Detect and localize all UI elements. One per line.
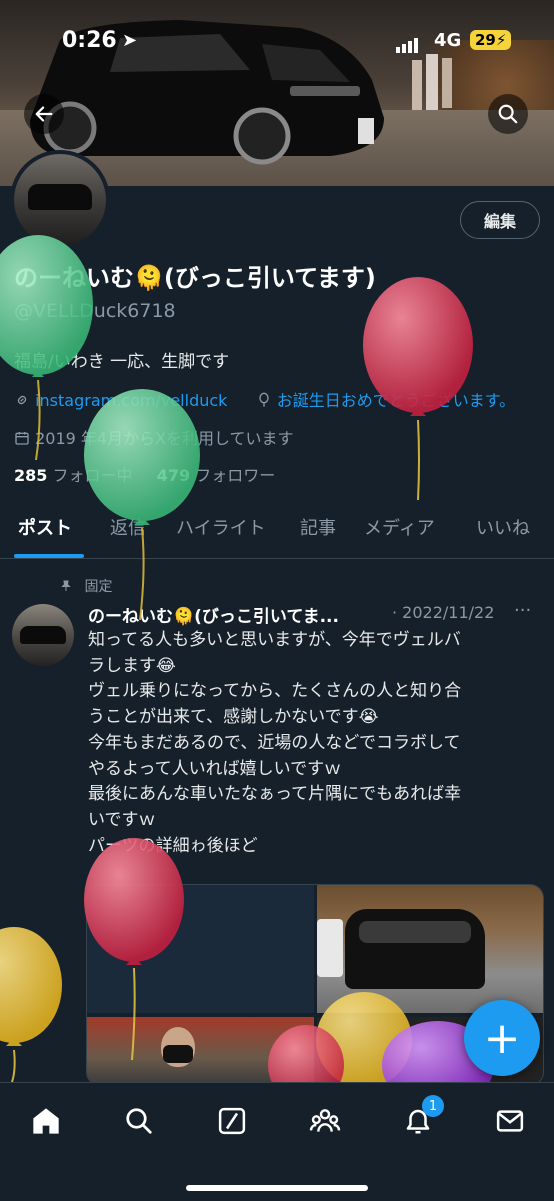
tab-media[interactable]: メディア xyxy=(364,514,435,540)
post-line: 今年もまだあるので、近場の人などでコラボして xyxy=(88,732,461,753)
envelope-icon xyxy=(496,1110,524,1132)
arrow-left-icon xyxy=(35,106,53,122)
white-car-shape xyxy=(317,919,343,977)
tab-highlights[interactable]: ハイライト xyxy=(176,514,266,540)
post-line: うことが出来て、感謝しかないです😭 xyxy=(88,707,379,728)
joined-date-text: 2019 年4月からXを利用しています xyxy=(35,429,294,448)
post-line: ラします😂 xyxy=(88,655,176,676)
post-text: 知ってる人も多いと思いますが、今年でヴェルバ ラします😂 ヴェル乗りになってから… xyxy=(88,628,538,859)
balloon-yellow-1 xyxy=(0,927,62,1083)
home-indicator xyxy=(186,1185,368,1191)
battery-indicator: 29⚡ xyxy=(470,30,512,50)
status-bar: 0:26 ➤ 4G 29⚡ xyxy=(0,0,554,86)
followers-count: 479 xyxy=(156,466,191,485)
communities-icon xyxy=(309,1109,341,1132)
post-line: 最後にあんな車いたなぁって片隅にでもあれば幸 xyxy=(88,784,462,805)
network-type: 4G xyxy=(434,30,462,51)
following-count: 285 xyxy=(14,466,48,485)
battery-level: 29 xyxy=(475,31,496,49)
media-image-1[interactable] xyxy=(87,885,314,1013)
media-image-2[interactable] xyxy=(317,885,543,1013)
avatar-car-image xyxy=(28,184,92,210)
post-line: 知ってる人も多いと思いますが、今年でヴェルバ xyxy=(88,630,461,650)
location-arrow-icon: ➤ xyxy=(122,30,138,51)
profile-avatar[interactable] xyxy=(10,150,110,250)
media-image-3[interactable] xyxy=(87,1017,314,1085)
following-stat[interactable]: 285 フォロー中 xyxy=(14,466,133,485)
grok-icon xyxy=(218,1107,246,1135)
nav-home[interactable] xyxy=(26,1101,66,1141)
compose-post-button[interactable]: + xyxy=(464,1000,540,1076)
following-label: フォロー中 xyxy=(52,466,133,485)
pinned-label: 固定 xyxy=(84,579,113,595)
post-date[interactable]: · 2022/11/22 xyxy=(392,603,494,622)
back-button[interactable] xyxy=(24,94,64,134)
profile-meta-row: instagram.com/vellduck お誕生日おめでとうございます。 xyxy=(14,387,515,411)
tab-replies[interactable]: 返信 xyxy=(110,514,146,540)
post-more-button[interactable]: ··· xyxy=(514,600,531,621)
nav-search[interactable] xyxy=(119,1101,159,1141)
followers-stat[interactable]: 479 フォロワー xyxy=(157,466,276,485)
profile-stats: 285 フォロー中 479 フォロワー xyxy=(14,462,275,486)
pinned-indicator: 固定 xyxy=(60,576,112,596)
post-line: パーツの詳細ゎ後ほど xyxy=(88,835,258,856)
search-icon xyxy=(498,104,518,124)
post-line: やるよって人いれば嬉しいですｗ xyxy=(88,758,342,779)
birthday-text[interactable]: お誕生日おめでとうございます。 xyxy=(277,391,515,410)
edit-profile-button[interactable]: 編集 xyxy=(460,201,540,239)
status-time: 0:26 xyxy=(62,28,117,53)
post-author-avatar[interactable] xyxy=(12,604,74,666)
tab-likes[interactable]: いいね xyxy=(476,514,530,540)
nav-messages[interactable] xyxy=(490,1101,530,1141)
active-tab-indicator xyxy=(14,554,84,558)
post-line: ヴェル乗りになってから、たくさんの人と知り合 xyxy=(88,681,462,702)
followers-label: フォロワー xyxy=(195,466,276,485)
post-line: いですｗ xyxy=(88,809,156,830)
profile-bio: 福島/いわき 一応、生脚です xyxy=(14,352,230,372)
notification-badge: 1 xyxy=(422,1095,444,1117)
pin-icon xyxy=(61,580,71,591)
home-icon xyxy=(33,1108,59,1134)
post-avatar-car-image xyxy=(20,626,66,644)
van-shape xyxy=(345,909,485,989)
tab-posts[interactable]: ポスト xyxy=(18,514,72,540)
search-icon xyxy=(126,1108,152,1134)
profile-tabs: ポスト 返信 ハイライト 記事 メディア いいね xyxy=(0,500,554,559)
post-author-name[interactable]: のーねいむ🫠(びっこ引いてま... xyxy=(88,602,339,627)
calendar-icon xyxy=(15,432,29,445)
nav-notifications[interactable]: 1 xyxy=(398,1095,444,1141)
profile-display-name: のーねいむ🫠(びっこ引いてます) xyxy=(14,264,376,292)
profile-website-link[interactable]: instagram.com/vellduck xyxy=(35,391,227,410)
cellular-signal-icon xyxy=(396,34,420,53)
profile-joined-row: 2019 年4月からXを利用しています xyxy=(14,425,294,449)
profile-handle: @VELLDuck6718 xyxy=(14,300,176,322)
balloon-icon xyxy=(258,392,269,407)
face-mask-shape xyxy=(163,1045,193,1063)
nav-communities[interactable] xyxy=(305,1101,345,1141)
tab-articles[interactable]: 記事 xyxy=(300,514,336,540)
bottom-navigation: 1 xyxy=(0,1082,554,1201)
nav-grok[interactable] xyxy=(212,1101,252,1141)
search-button[interactable] xyxy=(488,94,528,134)
link-icon xyxy=(17,395,27,405)
